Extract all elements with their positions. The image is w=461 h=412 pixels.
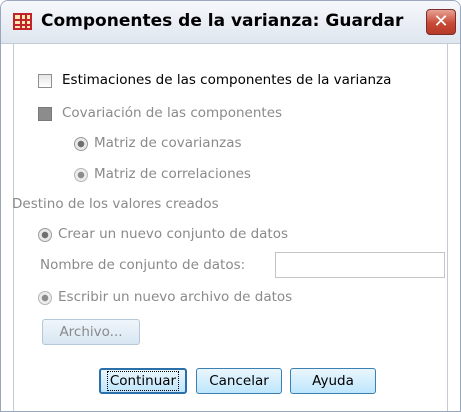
dialog-content: Estimaciones de las componentes de la va… [12, 43, 448, 411]
matriz-correlaciones-label: Matriz de correlaciones [94, 166, 251, 182]
matriz-covarianzas-radio[interactable] [74, 137, 88, 151]
matriz-correlaciones-radio[interactable] [74, 168, 88, 182]
close-button[interactable]: ✕ [426, 9, 456, 35]
save-dialog: Componentes de la varianza: Guardar ✕ Es… [0, 0, 461, 412]
new-file-radio[interactable] [38, 291, 52, 305]
new-dataset-radio[interactable] [38, 228, 52, 242]
file-button[interactable]: Archivo... [42, 319, 140, 345]
estimaciones-label: Estimaciones de las componentes de la va… [62, 72, 392, 88]
title-bar: Componentes de la varianza: Guardar ✕ [1, 1, 460, 44]
destination-group-label: Destino de los valores creados [12, 196, 219, 212]
dataset-name-label: Nombre de conjunto de datos: [40, 257, 246, 273]
continue-button[interactable]: Continuar [99, 368, 187, 394]
help-button-label: Ayuda [312, 373, 354, 389]
covariacion-checkbox[interactable] [38, 107, 52, 121]
matriz-covarianzas-label: Matriz de covarianzas [94, 135, 242, 151]
covariacion-label: Covariación de las componentes [62, 105, 283, 121]
dataset-name-input[interactable] [275, 252, 445, 278]
estimaciones-checkbox[interactable] [38, 74, 52, 88]
file-button-label: Archivo... [59, 324, 123, 340]
new-dataset-label: Crear un nuevo conjunto de datos [58, 226, 289, 242]
new-file-label: Escribir un nuevo archivo de datos [58, 289, 293, 305]
dialog-title: Componentes de la varianza: Guardar [41, 11, 404, 31]
spreadsheet-icon [13, 13, 32, 30]
continue-button-label: Continuar [106, 371, 180, 391]
help-button[interactable]: Ayuda [290, 368, 376, 394]
cancel-button-label: Cancelar [209, 373, 269, 389]
cancel-button[interactable]: Cancelar [196, 368, 282, 394]
